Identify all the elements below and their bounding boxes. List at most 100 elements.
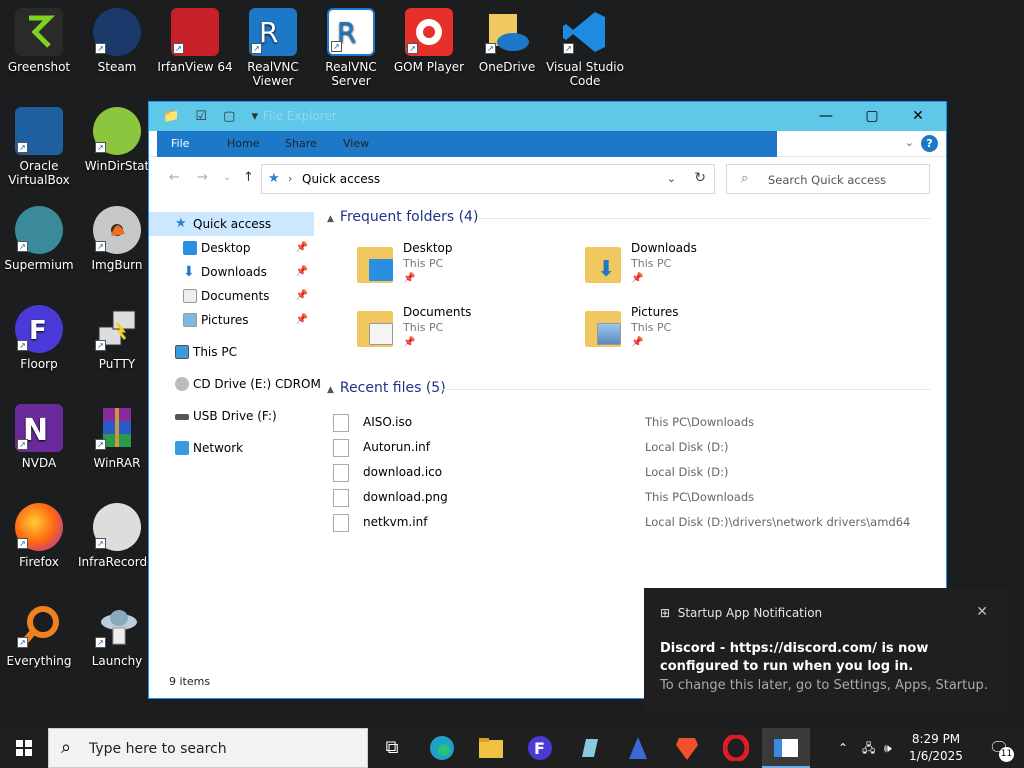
maximize-button[interactable]: ▢ bbox=[849, 102, 895, 131]
desktop-icon-label: InfraRecorder bbox=[78, 555, 160, 569]
desktop-icon-label: PuTTY bbox=[98, 357, 136, 371]
windirstat-icon: ↗ bbox=[93, 107, 141, 155]
back-icon[interactable]: ← bbox=[169, 170, 180, 185]
clock[interactable]: 8:29 PM 1/6/2025 bbox=[904, 731, 968, 765]
desktop-icon-realvnc-server[interactable]: R ↗ RealVNC Server bbox=[312, 8, 390, 88]
expand-ribbon-icon[interactable]: ⌄ bbox=[905, 136, 914, 149]
navigation-bar: ← → ⌄ ↑ ★ › Quick access ⌄ ↻ ⌕ Search Qu… bbox=[149, 157, 946, 197]
recent-file-row[interactable]: AISO.iso This PC\Downloads bbox=[319, 410, 939, 435]
desktop-folder-icon bbox=[183, 241, 197, 255]
desktop-icon-irfanview[interactable]: ↗ IrfanView 64 bbox=[156, 8, 234, 74]
onedrive-icon: ↗ bbox=[483, 8, 531, 56]
close-button[interactable]: ✕ bbox=[895, 102, 941, 131]
nav-item-network[interactable]: Network bbox=[149, 436, 314, 460]
taskbar-app-5[interactable] bbox=[565, 728, 613, 768]
nav-item-usb-drive[interactable]: USB Drive (F:) bbox=[149, 404, 314, 428]
desktop-icon-windirstat[interactable]: ↗ WinDirStat bbox=[78, 107, 156, 173]
nav-item-pictures[interactable]: Pictures 📌 bbox=[149, 308, 314, 332]
recent-file-row[interactable]: download.ico Local Disk (D:) bbox=[319, 460, 939, 485]
divider bbox=[479, 218, 931, 219]
nav-item-documents[interactable]: Documents 📌 bbox=[149, 284, 314, 308]
nav-item-cd-drive[interactable]: CD Drive (E:) CDROM bbox=[149, 372, 321, 396]
desktop-icon-putty[interactable]: ↗ PuTTY bbox=[78, 305, 156, 371]
folder-tile-desktop[interactable]: Desktop This PC 📌 bbox=[347, 237, 557, 297]
volume-icon[interactable]: 🕪 bbox=[884, 728, 892, 768]
desktop-icon-label: Steam bbox=[97, 60, 137, 74]
desktop-icon-floorp[interactable]: F ↗ Floorp bbox=[0, 305, 78, 371]
desktop-icon-firefox[interactable]: ↗ Firefox bbox=[0, 503, 78, 569]
frequent-folders-header[interactable]: ▲ Frequent folders (4) bbox=[327, 209, 478, 225]
usb-drive-icon bbox=[175, 414, 189, 420]
desktop-icon-onedrive[interactable]: ↗ OneDrive bbox=[468, 8, 546, 74]
quick-access-toolbar[interactable]: 📁 ☑ ▢ ▾ bbox=[163, 109, 264, 124]
desktop-icon-virtualbox[interactable]: ↗ Oracle VirtualBox bbox=[0, 107, 78, 187]
desktop-icon-greenshot[interactable]: Greenshot bbox=[0, 8, 78, 74]
start-button[interactable] bbox=[0, 728, 48, 768]
notification-toast[interactable]: ⊞ Startup App Notification ✕ Discord - h… bbox=[644, 588, 1008, 712]
recent-file-row[interactable]: Autorun.inf Local Disk (D:) bbox=[319, 435, 939, 460]
gom-player-icon: ↗ bbox=[405, 8, 453, 56]
desktop-icon-imgburn[interactable]: ↗ ImgBurn bbox=[78, 206, 156, 272]
brave-icon bbox=[676, 738, 698, 760]
search-box[interactable]: ⌕ Search Quick access bbox=[726, 164, 930, 194]
taskbar-search-placeholder: Type here to search bbox=[89, 741, 227, 757]
taskbar-edge[interactable] bbox=[418, 728, 466, 768]
tab-share[interactable]: Share bbox=[271, 131, 331, 157]
nav-item-downloads[interactable]: ⬇ Downloads 📌 bbox=[149, 260, 314, 284]
folder-tile-pictures[interactable]: Pictures This PC 📌 bbox=[575, 301, 785, 361]
desktop-icon-everything[interactable]: ↗ Everything bbox=[0, 602, 78, 668]
action-center-button[interactable]: 🗨 11 bbox=[984, 734, 1014, 762]
taskbar-file-explorer[interactable] bbox=[467, 728, 515, 768]
taskbar-floorp[interactable]: F bbox=[516, 728, 564, 768]
desktop-icon-label: IrfanView 64 bbox=[157, 60, 233, 74]
taskbar-file-explorer-active[interactable] bbox=[762, 728, 810, 768]
nav-item-this-pc[interactable]: This PC bbox=[149, 340, 314, 364]
taskbar-app-6[interactable] bbox=[614, 728, 662, 768]
nav-item-quick-access[interactable]: ★ Quick access bbox=[149, 212, 314, 236]
task-view-button[interactable]: ⧉ bbox=[368, 728, 416, 768]
refresh-icon[interactable]: ↻ bbox=[694, 170, 706, 186]
minimize-button[interactable]: — bbox=[803, 102, 849, 131]
desktop-icon-launchy[interactable]: ↗ Launchy bbox=[78, 602, 156, 668]
show-hidden-icons-icon[interactable]: ⌃ bbox=[838, 728, 848, 768]
imgburn-icon: ↗ bbox=[93, 206, 141, 254]
desktop-icon-gom-player[interactable]: ↗ GOM Player bbox=[390, 8, 468, 74]
desktop-icon-supermium[interactable]: ↗ Supermium bbox=[0, 206, 78, 272]
folder-tile-documents[interactable]: Documents This PC 📌 bbox=[347, 301, 557, 361]
recent-files-header[interactable]: ▲ Recent files (5) bbox=[327, 380, 446, 396]
taskbar-opera[interactable] bbox=[712, 728, 760, 768]
desktop-icon-steam[interactable]: ↗ Steam bbox=[78, 8, 156, 74]
title-bar[interactable]: 📁 ☑ ▢ ▾ File Explorer — ▢ ✕ bbox=[149, 102, 946, 131]
recent-file-row[interactable]: download.png This PC\Downloads bbox=[319, 485, 939, 510]
tab-view[interactable]: View bbox=[329, 131, 383, 157]
tab-home[interactable]: Home bbox=[213, 131, 273, 157]
recent-locations-icon[interactable]: ⌄ bbox=[223, 172, 231, 183]
windows-logo-icon bbox=[16, 740, 32, 756]
forward-icon[interactable]: → bbox=[197, 170, 208, 185]
desktop-icon-nvda[interactable]: N ↗ NVDA bbox=[0, 404, 78, 470]
desktop-icon-label: NVDA bbox=[21, 456, 57, 470]
toast-close-icon[interactable]: ✕ bbox=[976, 604, 988, 620]
taskbar-brave[interactable] bbox=[663, 728, 711, 768]
desktop-icon-label: Supermium bbox=[4, 258, 74, 272]
supermium-icon: ↗ bbox=[15, 206, 63, 254]
desktop-icon-vscode[interactable]: ↗ Visual Studio Code bbox=[546, 8, 624, 88]
help-icon[interactable]: ? bbox=[921, 135, 938, 152]
desktop-icon-label: WinRAR bbox=[93, 456, 141, 470]
desktop-icon-realvnc-viewer[interactable]: R ↗ RealVNC Viewer bbox=[234, 8, 312, 88]
ribbon: File Home Share View ⌄ ? bbox=[149, 131, 946, 157]
desktop-icon-winrar[interactable]: ↗ WinRAR bbox=[78, 404, 156, 470]
up-icon[interactable]: ↑ bbox=[243, 170, 254, 185]
taskbar-search-box[interactable]: ⌕ Type here to search bbox=[48, 728, 368, 768]
window-icon bbox=[774, 739, 798, 757]
edge-icon bbox=[430, 736, 454, 760]
network-tray-icon[interactable]: 🖧 bbox=[862, 728, 875, 768]
address-dropdown-icon[interactable]: ⌄ bbox=[667, 172, 676, 185]
notepad-icon bbox=[582, 739, 598, 757]
recent-file-row[interactable]: netkvm.inf Local Disk (D:)\drivers\netwo… bbox=[319, 510, 939, 535]
folder-tile-downloads[interactable]: ⬇ Downloads This PC 📌 bbox=[575, 237, 785, 297]
address-bar[interactable]: ★ › Quick access ⌄ ↻ bbox=[261, 164, 715, 194]
desktop-icon-infrarecorder[interactable]: ↗ InfraRecorder bbox=[78, 503, 160, 569]
pin-icon: 📌 bbox=[295, 242, 308, 253]
nav-item-desktop[interactable]: Desktop 📌 bbox=[149, 236, 314, 260]
